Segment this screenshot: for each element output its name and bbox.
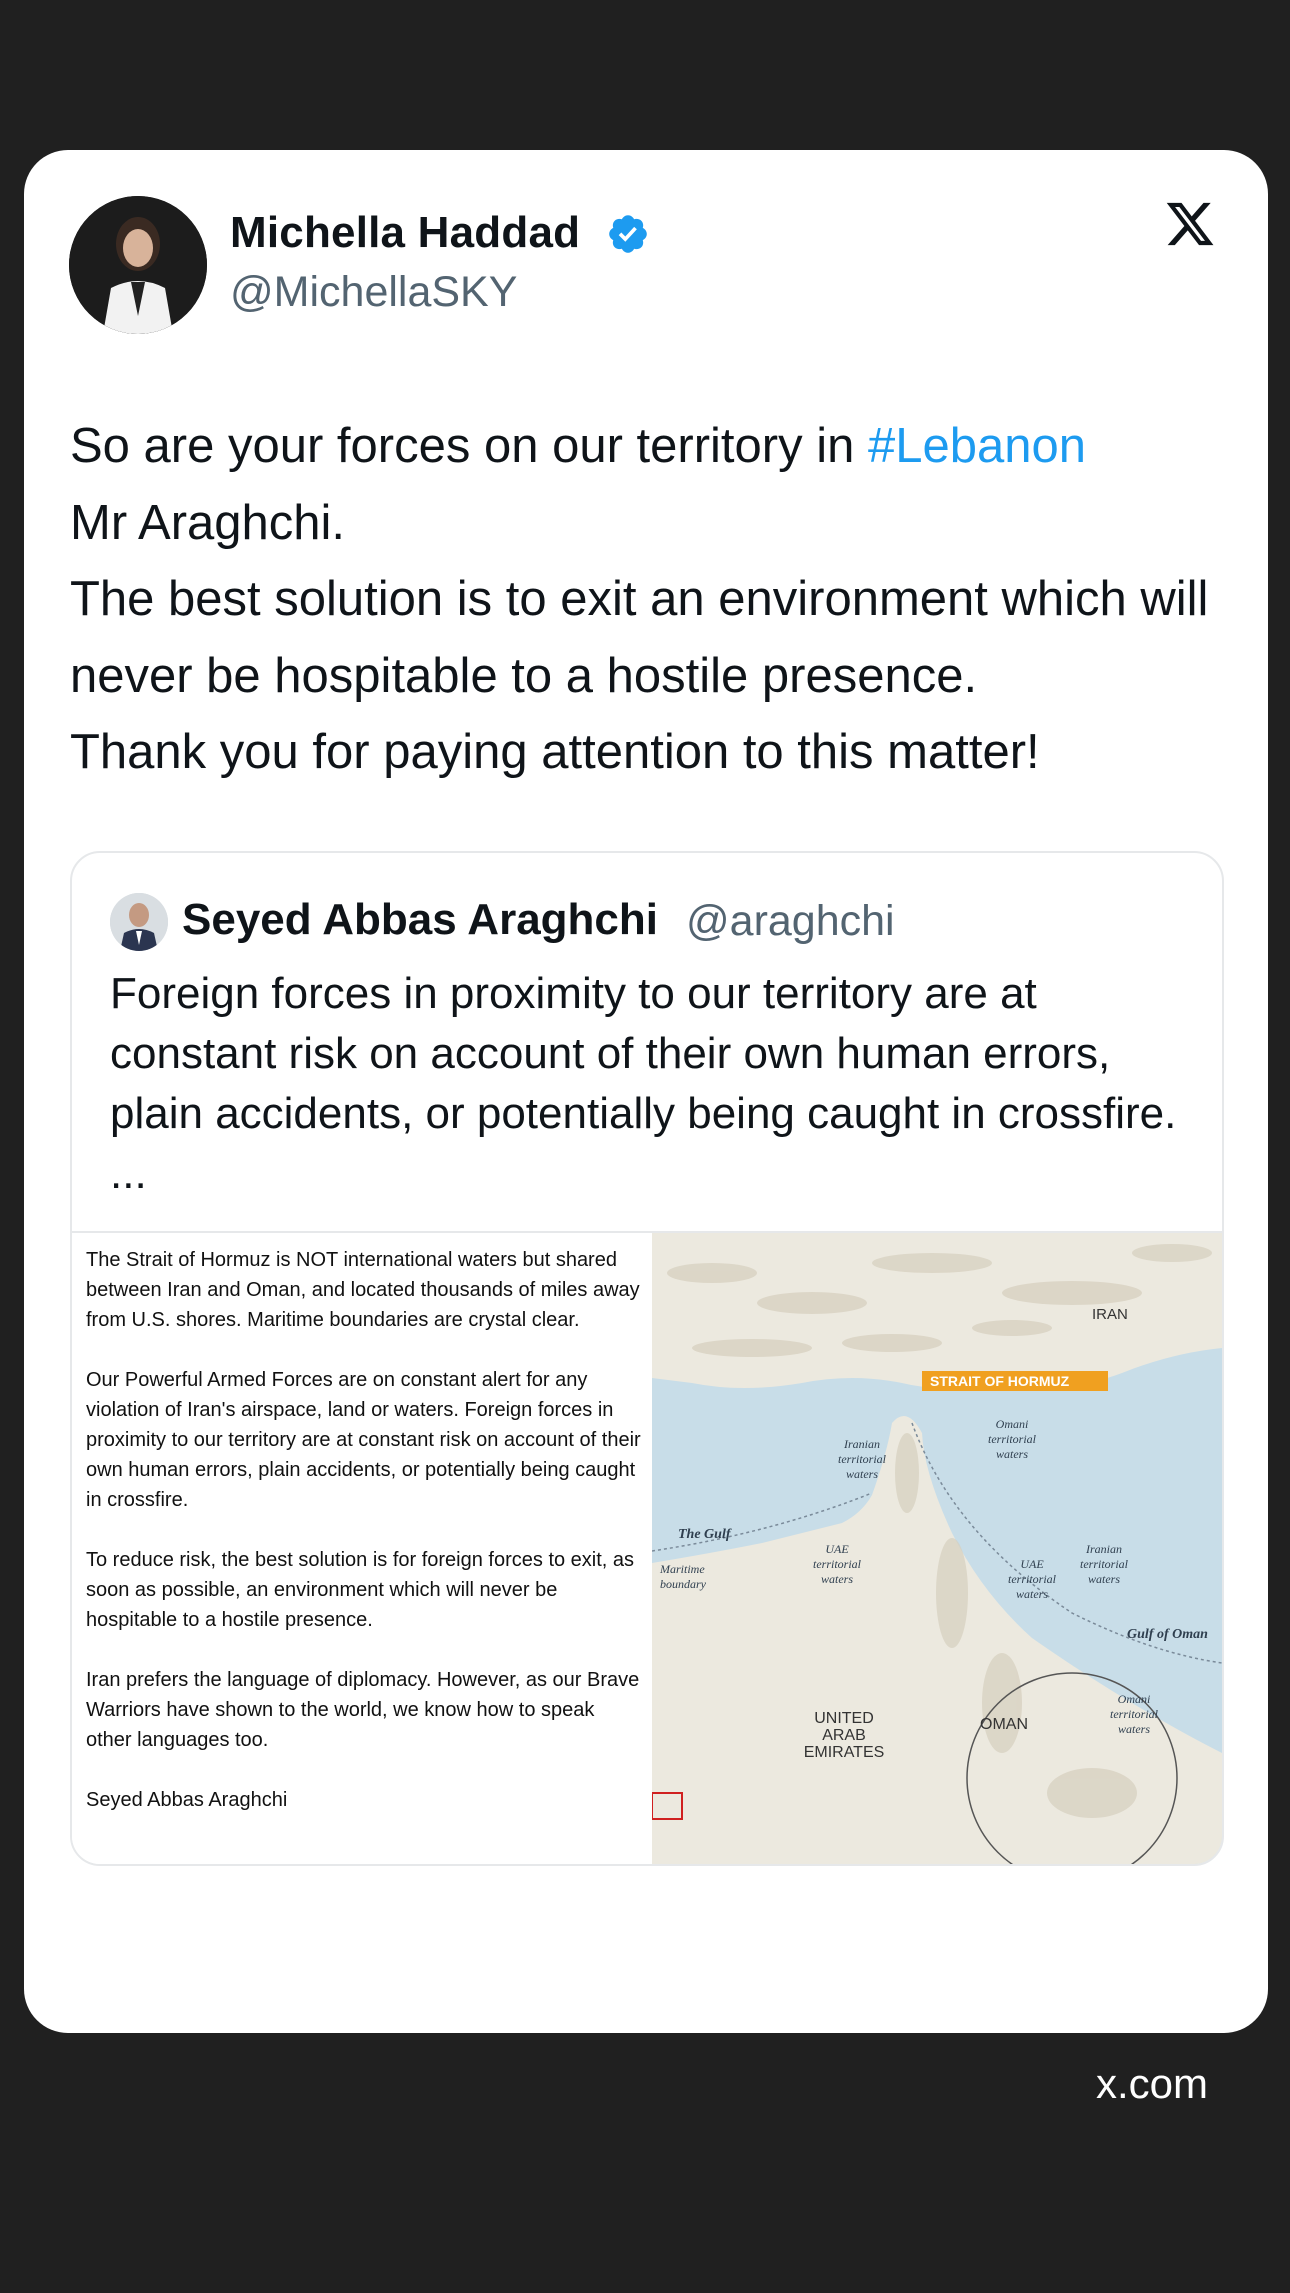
map-uae-2: ARAB: [822, 1727, 866, 1744]
map-uae-waters-east-1: UAE: [1020, 1557, 1044, 1571]
quoted-post-text: Foreign forces in proximity to our terri…: [110, 969, 1177, 1198]
statement-paragraph-1: The Strait of Hormuz is NOT internationa…: [86, 1249, 640, 1331]
map-iranian-waters-east-3: waters: [1088, 1572, 1120, 1586]
post-text: So are your forces on our territory in #…: [70, 408, 1230, 791]
statement-paragraph-2: Our Powerful Armed Forces are on constan…: [86, 1369, 641, 1511]
author-avatar[interactable]: [69, 196, 207, 334]
map-label-strait: STRAIT OF HORMUZ: [930, 1373, 1070, 1389]
post-text-part1: So are your forces on our territory in: [70, 419, 868, 473]
source-url[interactable]: x.com: [1096, 2060, 1208, 2108]
map-iranian-waters-1: Iranian: [843, 1437, 880, 1451]
author-handle[interactable]: @MichellaSKY: [230, 268, 517, 317]
map-label-oman: OMAN: [980, 1716, 1028, 1733]
avatar-image: [69, 196, 207, 334]
map-omani-waters-3: waters: [996, 1447, 1028, 1461]
map-label-gulf-of-oman: Gulf of Oman: [1127, 1627, 1208, 1642]
post-text-part2: Mr Araghchi.: [70, 495, 346, 550]
map-maritime-boundary-1: Maritime: [659, 1562, 705, 1576]
map-omani-waters-south-2: territorial: [1110, 1707, 1159, 1721]
map-iranian-waters-east-1: Iranian: [1085, 1542, 1122, 1556]
quoted-media[interactable]: The Strait of Hormuz is NOT internationa…: [72, 1231, 1222, 1864]
statement-signature: Seyed Abbas Araghchi: [86, 1789, 288, 1811]
map-omani-waters-2: territorial: [988, 1432, 1037, 1446]
quoted-author-handle[interactable]: @araghchi: [686, 897, 895, 946]
quoted-post[interactable]: Seyed Abbas Araghchi @araghchi Foreign f…: [70, 851, 1224, 1866]
verified-badge-icon: [609, 215, 647, 253]
map-omani-waters-south-3: waters: [1118, 1722, 1150, 1736]
map-uae-waters-east-2: territorial: [1008, 1572, 1057, 1586]
statement-image: The Strait of Hormuz is NOT internationa…: [72, 1233, 652, 1864]
map-iranian-waters-east-2: territorial: [1080, 1557, 1129, 1571]
x-logo-icon[interactable]: [1164, 198, 1216, 250]
statement-paragraph-3: To reduce risk, the best solution is for…: [86, 1549, 635, 1631]
map-omani-waters-1: Omani: [996, 1417, 1029, 1431]
quoted-author-name[interactable]: Seyed Abbas Araghchi: [182, 895, 658, 945]
map-label-iran: IRAN: [1092, 1306, 1128, 1323]
hashtag-link[interactable]: #Lebanon: [868, 419, 1086, 473]
map-omani-waters-south-1: Omani: [1118, 1692, 1151, 1706]
author-name[interactable]: Michella Haddad: [230, 208, 580, 258]
map-iranian-waters-3: waters: [846, 1467, 878, 1481]
map-uae-waters-west-3: waters: [821, 1572, 853, 1586]
map-uae-waters-west-2: territorial: [813, 1557, 862, 1571]
map-uae-1: UNITED: [814, 1710, 874, 1727]
quoted-author-avatar[interactable]: [110, 893, 168, 951]
post-card: Michella Haddad @MichellaSKY So are your…: [24, 150, 1268, 2033]
map-uae-waters-west-1: UAE: [825, 1542, 849, 1556]
map-iranian-waters-2: territorial: [838, 1452, 887, 1466]
map-maritime-boundary-2: boundary: [660, 1577, 707, 1591]
map-uae-3: EMIRATES: [804, 1744, 885, 1761]
post-text-part4: Thank you for paying attention to this m…: [70, 725, 1040, 779]
quoted-avatar-image: [110, 893, 168, 951]
map-label-the-gulf: The Gulf: [678, 1527, 732, 1542]
statement-paragraph-4: Iran prefers the language of diplomacy. …: [86, 1669, 640, 1751]
strait-of-hormuz-map: IRAN STRAIT OF HORMUZ Omani territorial …: [652, 1233, 1222, 1864]
map-uae-waters-east-3: waters: [1016, 1587, 1048, 1601]
post-text-part3: The best solution is to exit an environm…: [70, 572, 1209, 703]
